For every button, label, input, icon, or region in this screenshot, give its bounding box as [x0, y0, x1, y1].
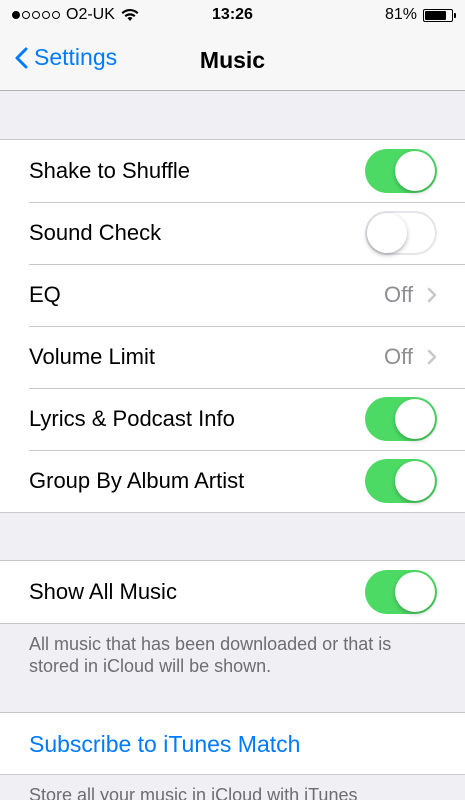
lyrics-podcast-info-toggle[interactable] [365, 397, 437, 441]
battery-icon [423, 8, 456, 22]
group-by-album-artist-label: Group By Album Artist [29, 468, 245, 493]
group-by-album-artist-row: Group By Album Artist [0, 450, 465, 512]
lyrics-podcast-info-label: Lyrics & Podcast Info [29, 406, 235, 431]
chevron-right-icon [427, 287, 437, 303]
eq-label: EQ [29, 282, 61, 307]
subscribe-itunes-match-row[interactable]: Subscribe to iTunes Match [0, 713, 465, 775]
show-all-music-footer: All music that has been downloaded or th… [29, 634, 392, 676]
battery-percent: 81% [384, 6, 417, 23]
sound-check-row: Sound Check [0, 202, 465, 264]
eq-row[interactable]: EQ Off [0, 264, 465, 326]
status-bar: O2-UK 13:26 81% [0, 0, 465, 30]
sound-check-toggle[interactable] [365, 211, 437, 255]
shake-to-shuffle-label: Shake to Shuffle [29, 158, 191, 183]
shake-to-shuffle-row: Shake to Shuffle [0, 140, 465, 202]
volume-limit-row[interactable]: Volume Limit Off [0, 326, 465, 388]
chevron-right-icon [427, 349, 437, 365]
navigation-bar: Settings Music [0, 30, 465, 91]
itunes-match-group: Subscribe to iTunes Match [0, 712, 465, 775]
subscribe-itunes-match-link[interactable]: Subscribe to iTunes Match [29, 731, 300, 758]
status-right: 81% [384, 6, 456, 24]
show-all-music-group: Show All Music [0, 560, 465, 624]
volume-limit-detail: Off [384, 344, 437, 370]
show-all-music-row: Show All Music [0, 561, 465, 623]
show-all-music-toggle[interactable] [365, 570, 437, 614]
lyrics-podcast-info-row: Lyrics & Podcast Info [0, 388, 465, 450]
page-title: Music [199, 47, 266, 73]
sound-check-label: Sound Check [29, 220, 162, 245]
eq-value: Off [384, 282, 413, 307]
volume-limit-label: Volume Limit [29, 344, 155, 369]
shake-to-shuffle-toggle[interactable] [365, 149, 437, 193]
show-all-music-label: Show All Music [29, 579, 177, 604]
group-by-album-artist-toggle[interactable] [365, 459, 437, 503]
volume-limit-value: Off [384, 344, 413, 369]
eq-detail: Off [384, 282, 437, 308]
music-settings-group: Shake to Shuffle Sound Check EQ Off Volu… [0, 139, 465, 513]
itunes-match-footer: Store all your music in iCloud with iTun… [29, 785, 358, 800]
